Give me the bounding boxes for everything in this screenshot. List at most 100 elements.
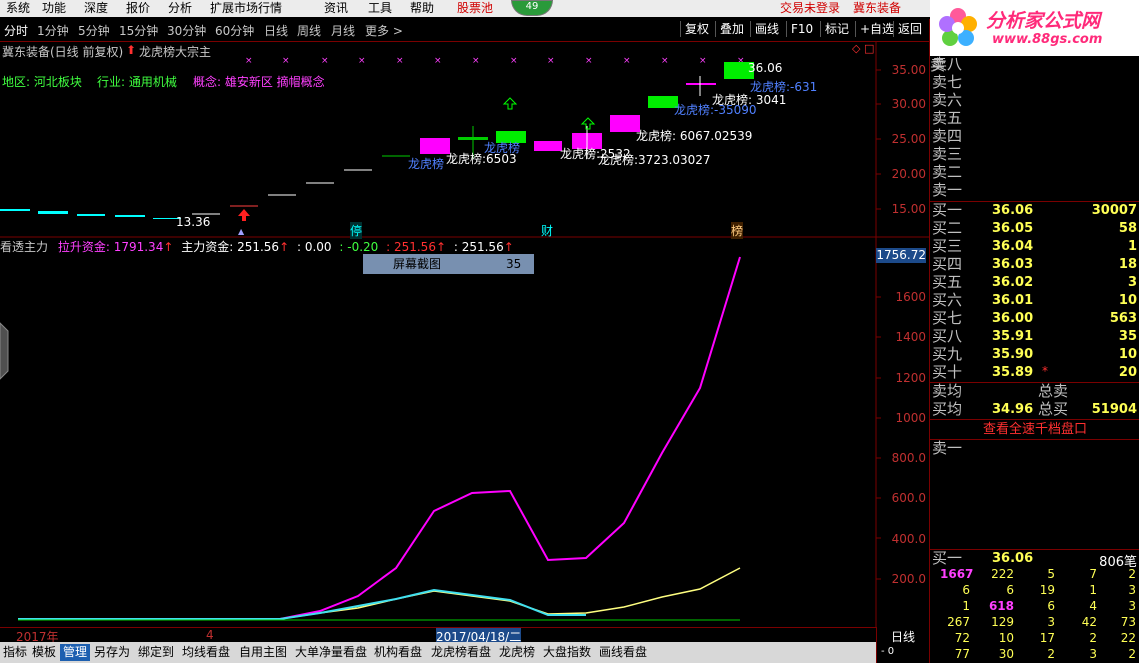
indicator-value-4: : 251.56 <box>453 240 504 254</box>
tab-line-view[interactable]: 画线看盘 <box>596 644 650 661</box>
svg-text:×: × <box>585 56 593 66</box>
nav-arrows-icon[interactable]: - 0 <box>881 646 894 657</box>
queue-row: 267 129 3 42 73 <box>930 615 1139 631</box>
dragon-tiger-marker[interactable]: 榜 <box>731 222 744 239</box>
period-weekly[interactable]: 周线 <box>297 22 321 39</box>
f10-button[interactable]: F10 <box>786 21 817 37</box>
restore-rights-button[interactable]: 复权 <box>680 21 713 37</box>
menu-system[interactable]: 系统 <box>6 1 30 15</box>
queue-cell: 2 <box>1128 647 1136 661</box>
suspension-marker[interactable]: 停 <box>350 222 363 239</box>
chart-canvas[interactable]: × × × × × × × × × × × × × × <box>0 41 930 627</box>
tab-indicator[interactable]: 指标 <box>0 644 30 661</box>
tab-market-index[interactable]: 大盘指数 <box>540 644 594 661</box>
menu-quote[interactable]: 报价 <box>126 1 150 15</box>
pull-fund-line <box>18 256 741 620</box>
indicator-axis-label: 1200 <box>895 371 926 385</box>
bid-row[interactable]: 买一 36.06 30007 <box>930 202 1139 220</box>
bid-row[interactable]: 买三 36.04 1 <box>930 238 1139 256</box>
menu-extended-market[interactable]: 扩展市场行情 <box>210 1 282 15</box>
indicator-value-2: : -0.20 <box>339 240 379 254</box>
period-15min[interactable]: 15分钟 <box>119 22 158 39</box>
tab-big-order-view[interactable]: 大单净量看盘 <box>292 644 370 661</box>
period-60min[interactable]: 60分钟 <box>215 22 254 39</box>
total-sell-label: 总卖 <box>1038 382 1069 400</box>
bid-row[interactable]: 买四 36.03 18 <box>930 256 1139 274</box>
queue-cell: 2 <box>1128 567 1136 581</box>
tab-ma-view[interactable]: 均线看盘 <box>179 644 233 661</box>
current-stock: 冀东装备 <box>853 1 902 15</box>
bid-row[interactable]: 买二 36.05 58 <box>930 220 1139 238</box>
ask-label: 卖七 <box>932 73 963 91</box>
bid-row[interactable]: 买七 36.00 563 <box>930 310 1139 328</box>
period-minute[interactable]: 分时 <box>4 22 28 39</box>
menu-analysis[interactable]: 分析 <box>168 1 192 15</box>
mark-button[interactable]: 标记 <box>820 21 853 37</box>
tab-institution-view[interactable]: 机构看盘 <box>371 644 425 661</box>
queue-cell: 7 <box>1089 567 1097 581</box>
price-axis-label: 15.00 <box>891 202 926 216</box>
queue-cell: 72 <box>954 631 970 645</box>
finance-marker[interactable]: 财 <box>541 222 553 239</box>
ask1-detail-label: 卖一 <box>932 439 963 457</box>
queue-cell: 6 <box>1006 583 1014 597</box>
bid-label: 买六 <box>932 291 963 309</box>
screenshot-label: 屏幕截图 <box>393 257 442 271</box>
menu-help[interactable]: 帮助 <box>410 1 434 15</box>
period-1min[interactable]: 1分钟 <box>37 22 69 39</box>
bid-row[interactable]: 买五 36.02 3 <box>930 274 1139 292</box>
tab-dragon-tiger[interactable]: 龙虎榜 <box>496 644 538 661</box>
overlay-button[interactable]: 叠加 <box>715 21 748 37</box>
menu-stock-pool[interactable]: 股票池 <box>457 1 493 15</box>
screenshot-tooltip[interactable]: 屏幕截图 35 <box>363 254 534 274</box>
ask-label: 卖一 <box>932 181 963 199</box>
price-axis-label: 30.00 <box>891 97 926 111</box>
bid-volume: 10 <box>1118 347 1137 362</box>
period-30min[interactable]: 30分钟 <box>167 22 206 39</box>
up-arrow-icon: ↑ <box>435 240 447 254</box>
ask-label: 卖二 <box>932 163 963 181</box>
svg-text:×: × <box>472 56 480 66</box>
queue-cell: 5 <box>1047 567 1055 581</box>
bid-volume: 3 <box>1127 275 1137 290</box>
draw-line-button[interactable]: 画线 <box>750 21 783 37</box>
period-daily[interactable]: 日线 <box>264 22 288 39</box>
bid-price: 35.90 <box>992 347 1034 362</box>
menu-function[interactable]: 功能 <box>42 1 66 15</box>
up-arrow-icon: ↑ <box>163 240 174 254</box>
bid-row[interactable]: 买九 35.90 10 <box>930 346 1139 364</box>
queue-cell: 267 <box>947 615 970 629</box>
menu-news[interactable]: 资讯 <box>324 1 348 15</box>
bid-row[interactable]: 买八 35.91 35 <box>930 328 1139 346</box>
period-monthly[interactable]: 月线 <box>331 22 355 39</box>
queue-cell: 19 <box>1039 583 1055 597</box>
bid-label: 买二 <box>932 219 963 237</box>
indicator-value-1: : 0.00 <box>296 240 332 254</box>
tab-custom-main[interactable]: 自用主图 <box>236 644 290 661</box>
period-more[interactable]: 更多 > <box>365 22 403 39</box>
add-favorite-button[interactable]: +自选 <box>855 21 898 37</box>
login-status[interactable]: 交易未登录 <box>780 1 840 15</box>
chart-window-icons[interactable]: ◇ □ <box>852 42 874 55</box>
tab-save-as[interactable]: 另存为 <box>91 644 133 661</box>
region-info: 地区: 河北板块 <box>2 75 82 89</box>
bid-volume: 35 <box>1118 329 1137 344</box>
queue-cell: 22 <box>1120 631 1136 645</box>
dragon-tiger-annotation: 龙虎榜: 6067.02539 <box>636 129 753 143</box>
period-5min[interactable]: 5分钟 <box>78 22 110 39</box>
bid-row[interactable]: 买十 35.89 * 20 <box>930 364 1139 382</box>
order-queue-grid: 1667 222 5 7 2 6 6 19 1 3 1 618 6 4 3 267 129 3 42 73 72… <box>930 567 1139 663</box>
tab-dragon-tiger-view[interactable]: 龙虎榜看盘 <box>428 644 494 661</box>
full-depth-link[interactable]: 查看全速千档盘口 <box>930 419 1139 440</box>
tab-bind-to[interactable]: 绑定到 <box>135 644 177 661</box>
order-book-panel: 分析家公式网 www.88gs.com 卖 卖八 卖七 卖六 卖五 卖四 卖三 … <box>929 0 1139 663</box>
tab-manage[interactable]: 管理 <box>60 644 91 661</box>
back-button[interactable]: 返回 <box>893 21 926 37</box>
tab-template[interactable]: 模板 <box>29 644 59 661</box>
menu-tools[interactable]: 工具 <box>368 1 392 15</box>
svg-text:×: × <box>282 56 290 66</box>
indicator-header: 看透主力 拉升资金: 1791.34↑ 主力资金: 251.56↑ : 0.00… <box>0 238 514 254</box>
queue-cell: 73 <box>1120 615 1136 629</box>
menu-depth[interactable]: 深度 <box>84 1 108 15</box>
bid-row[interactable]: 买六 36.01 10 <box>930 292 1139 310</box>
